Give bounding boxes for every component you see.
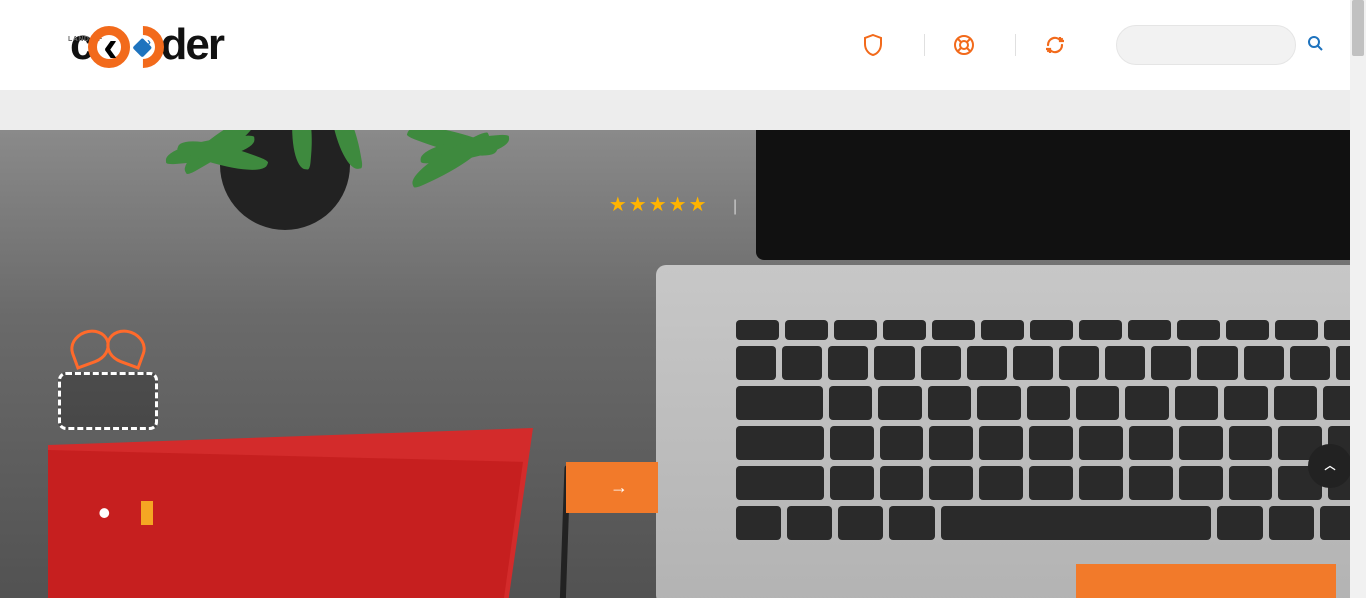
- arrow-right-icon: →: [610, 477, 628, 498]
- shield-icon: [862, 34, 884, 56]
- search-icon[interactable]: [1307, 35, 1323, 56]
- lifebuoy-icon: [953, 34, 975, 56]
- gift-icon: [48, 330, 168, 430]
- info-moneyback: [862, 34, 894, 56]
- add-to-cart-button[interactable]: →: [566, 462, 658, 513]
- scrollbar-thumb[interactable]: [1352, 0, 1364, 56]
- affiliate-banner[interactable]: •: [48, 428, 533, 598]
- main-nav: [0, 90, 1366, 130]
- scroll-top-button[interactable]: ︿: [1308, 444, 1352, 488]
- refresh-icon: [1044, 34, 1066, 56]
- site-logo[interactable]: LAND OF c ‹ › der: [70, 20, 223, 70]
- browser-scrollbar[interactable]: ▲: [1350, 0, 1366, 598]
- info-update: [1015, 34, 1076, 56]
- chevron-up-icon: ︿: [1325, 461, 1336, 472]
- search-input[interactable]: [1131, 38, 1307, 53]
- rating-stars: ★★★★★: [609, 194, 709, 216]
- chat-widget[interactable]: [1076, 564, 1336, 598]
- info-support: [924, 34, 985, 56]
- search-box[interactable]: [1116, 25, 1296, 65]
